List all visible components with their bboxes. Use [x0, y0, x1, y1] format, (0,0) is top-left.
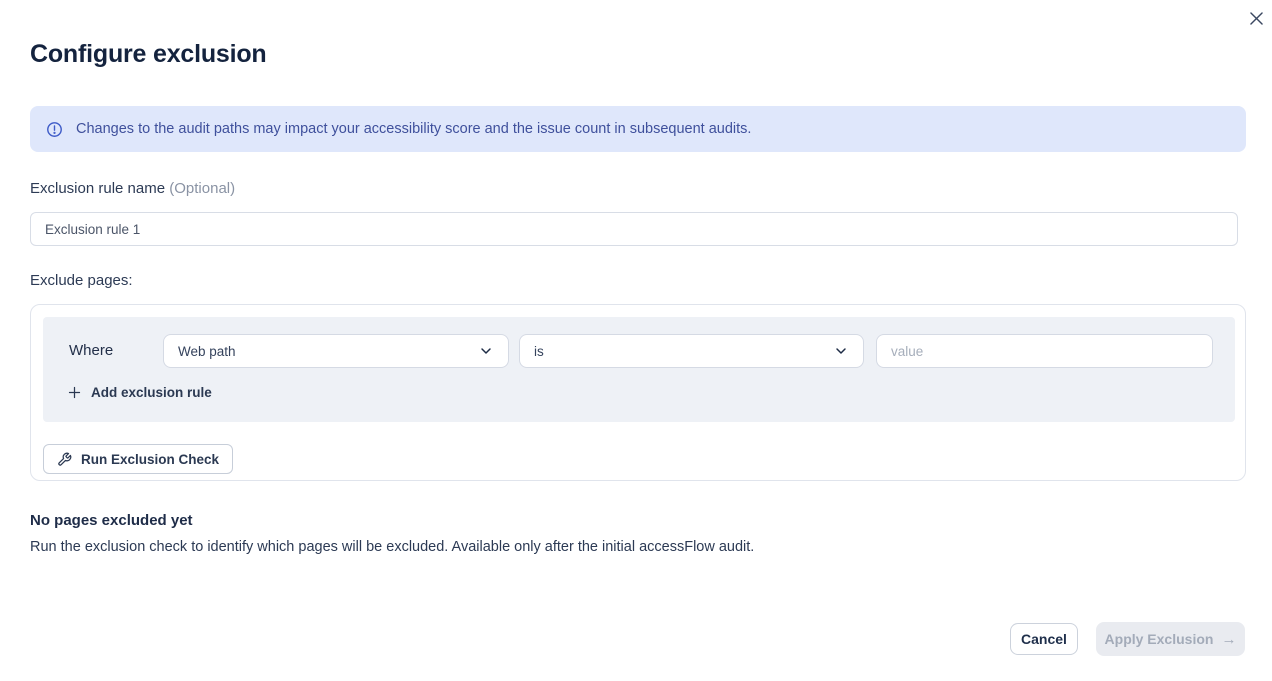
rule-row-panel: Where Web path is [43, 317, 1235, 422]
run-exclusion-check-button[interactable]: Run Exclusion Check [43, 444, 233, 474]
run-exclusion-check-label: Run Exclusion Check [81, 452, 219, 467]
alert-circle-icon [46, 121, 63, 138]
where-label: Where [69, 342, 113, 359]
chevron-down-icon [833, 343, 849, 359]
close-button[interactable] [1245, 7, 1267, 29]
apply-exclusion-button[interactable]: Apply Exclusion → [1096, 622, 1245, 656]
plus-icon [67, 385, 82, 400]
add-exclusion-rule-label: Add exclusion rule [91, 385, 212, 400]
empty-state-description: Run the exclusion check to identify whic… [30, 539, 754, 555]
close-icon [1247, 9, 1266, 28]
field-dropdown-value: Web path [178, 344, 236, 359]
exclusion-rules-card: Where Web path is [30, 304, 1246, 481]
rule-value-input[interactable] [876, 334, 1213, 368]
page-title: Configure exclusion [30, 40, 267, 69]
wrench-icon [57, 452, 72, 467]
optional-hint: (Optional) [169, 180, 235, 197]
rule-name-label-text: Exclusion rule name [30, 180, 165, 197]
empty-state-title: No pages excluded yet [30, 512, 193, 529]
field-dropdown[interactable]: Web path [163, 334, 509, 368]
rule-name-label: Exclusion rule name (Optional) [30, 180, 235, 197]
info-banner: Changes to the audit paths may impact yo… [30, 106, 1246, 152]
info-banner-text: Changes to the audit paths may impact yo… [76, 121, 751, 137]
apply-exclusion-label: Apply Exclusion [1105, 631, 1214, 647]
arrow-right-icon: → [1221, 631, 1236, 648]
chevron-down-icon [478, 343, 494, 359]
configure-exclusion-modal: Configure exclusion Changes to the audit… [0, 0, 1272, 681]
cancel-button[interactable]: Cancel [1010, 623, 1078, 655]
rule-name-input[interactable] [30, 212, 1238, 246]
operator-dropdown[interactable]: is [519, 334, 864, 368]
exclude-pages-label: Exclude pages: [30, 272, 133, 289]
add-exclusion-rule-button[interactable]: Add exclusion rule [67, 385, 212, 400]
operator-dropdown-value: is [534, 344, 544, 359]
